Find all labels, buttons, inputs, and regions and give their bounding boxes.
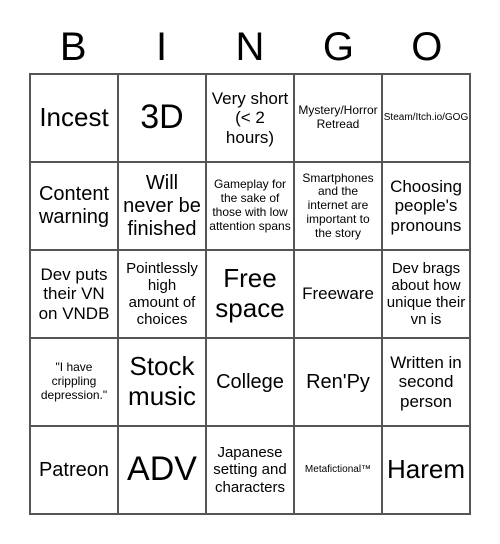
bingo-cell[interactable]: Dev puts their VN on VNDB [30, 250, 118, 338]
bingo-cell[interactable]: Metafictional™ [294, 426, 382, 514]
bingo-cell[interactable]: College [206, 338, 294, 426]
bingo-cell-text: Metafictional™ [304, 464, 372, 476]
bingo-cell[interactable]: Freeware [294, 250, 382, 338]
bingo-cell-text: Content warning [38, 183, 110, 228]
header-letter-n: N [235, 25, 265, 69]
bingo-cell-text: 3D [140, 98, 184, 137]
bingo-cell[interactable]: Will never be finished [118, 162, 206, 250]
bingo-cell[interactable]: Steam/Itch.io/GOG [382, 74, 470, 162]
bingo-cell[interactable]: Incest [30, 74, 118, 162]
bingo-cell-text: Pointlessly high amount of choices [126, 259, 198, 329]
bingo-cell[interactable]: Smartphones and the internet are importa… [294, 162, 382, 250]
bingo-cell-text: ADV [127, 450, 197, 489]
bingo-cell-text: Ren'Py [306, 370, 370, 393]
bingo-cell[interactable]: Mystery/Horror Retread [294, 74, 382, 162]
bingo-cell[interactable]: Choosing people's pronouns [382, 162, 470, 250]
header-letter-b: B [59, 25, 87, 69]
bingo-cell[interactable]: Very short (< 2 hours) [206, 74, 294, 162]
bingo-cell[interactable]: "I have crippling depression." [30, 338, 118, 426]
bingo-cell[interactable]: Dev brags about how unique their vn is [382, 250, 470, 338]
bingo-cell[interactable]: Japanese setting and characters [206, 426, 294, 514]
bingo-cell[interactable]: Stock music [118, 338, 206, 426]
bingo-cell-text: Dev puts their VN on VNDB [38, 264, 110, 323]
bingo-cell[interactable]: ADV [118, 426, 206, 514]
bingo-grid: Incest 3D Very short (< 2 hours) Mystery/Ho… [29, 73, 471, 515]
bingo-cell-text: Smartphones and the internet are importa… [302, 170, 374, 240]
bingo-cell[interactable]: Pointlessly high amount of choices [118, 250, 206, 338]
bingo-cell[interactable]: Written in second person [382, 338, 470, 426]
header-letter-o: O [411, 25, 443, 69]
bingo-header: B I N G O [29, 22, 471, 72]
bingo-cell-text: Harem [386, 454, 465, 485]
bingo-cell-text: Mystery/Horror Retread [298, 103, 378, 131]
bingo-cell[interactable]: Content warning [30, 162, 118, 250]
bingo-cell-text: Incest [39, 102, 109, 133]
bingo-cell-text: Will never be finished [123, 171, 201, 240]
bingo-cell[interactable]: Harem [382, 426, 470, 514]
bingo-cell[interactable]: 3D [118, 74, 206, 162]
bingo-cell[interactable]: Gameplay for the sake of those with low … [206, 162, 294, 250]
bingo-cell-text: Patreon [38, 458, 110, 481]
bingo-cell-text: College [216, 370, 284, 393]
header-letter-g: G [322, 25, 354, 69]
bingo-cell-text: Japanese setting and characters [213, 444, 287, 496]
bingo-cell-text: Gameplay for the sake of those with low … [209, 177, 291, 233]
bingo-cell-text: Stock music [128, 351, 196, 411]
bingo-cell-text: Written in second person [390, 352, 462, 411]
bingo-cell-text: Very short (< 2 hours) [211, 88, 289, 147]
bingo-cell-text: Free space [215, 263, 285, 323]
bingo-cell-text: Freeware [302, 284, 374, 304]
bingo-cell-text: Steam/Itch.io/GOG [383, 112, 469, 124]
header-letter-i: I [156, 25, 168, 69]
bingo-cell-text: Choosing people's pronouns [390, 176, 462, 235]
bingo-cell[interactable]: Ren'Py [294, 338, 382, 426]
bingo-cell-text: "I have crippling depression." [40, 360, 108, 402]
bingo-cell[interactable]: Patreon [30, 426, 118, 514]
bingo-cell[interactable]: Free space [206, 250, 294, 338]
bingo-cell-text: Dev brags about how unique their vn is [386, 259, 466, 329]
